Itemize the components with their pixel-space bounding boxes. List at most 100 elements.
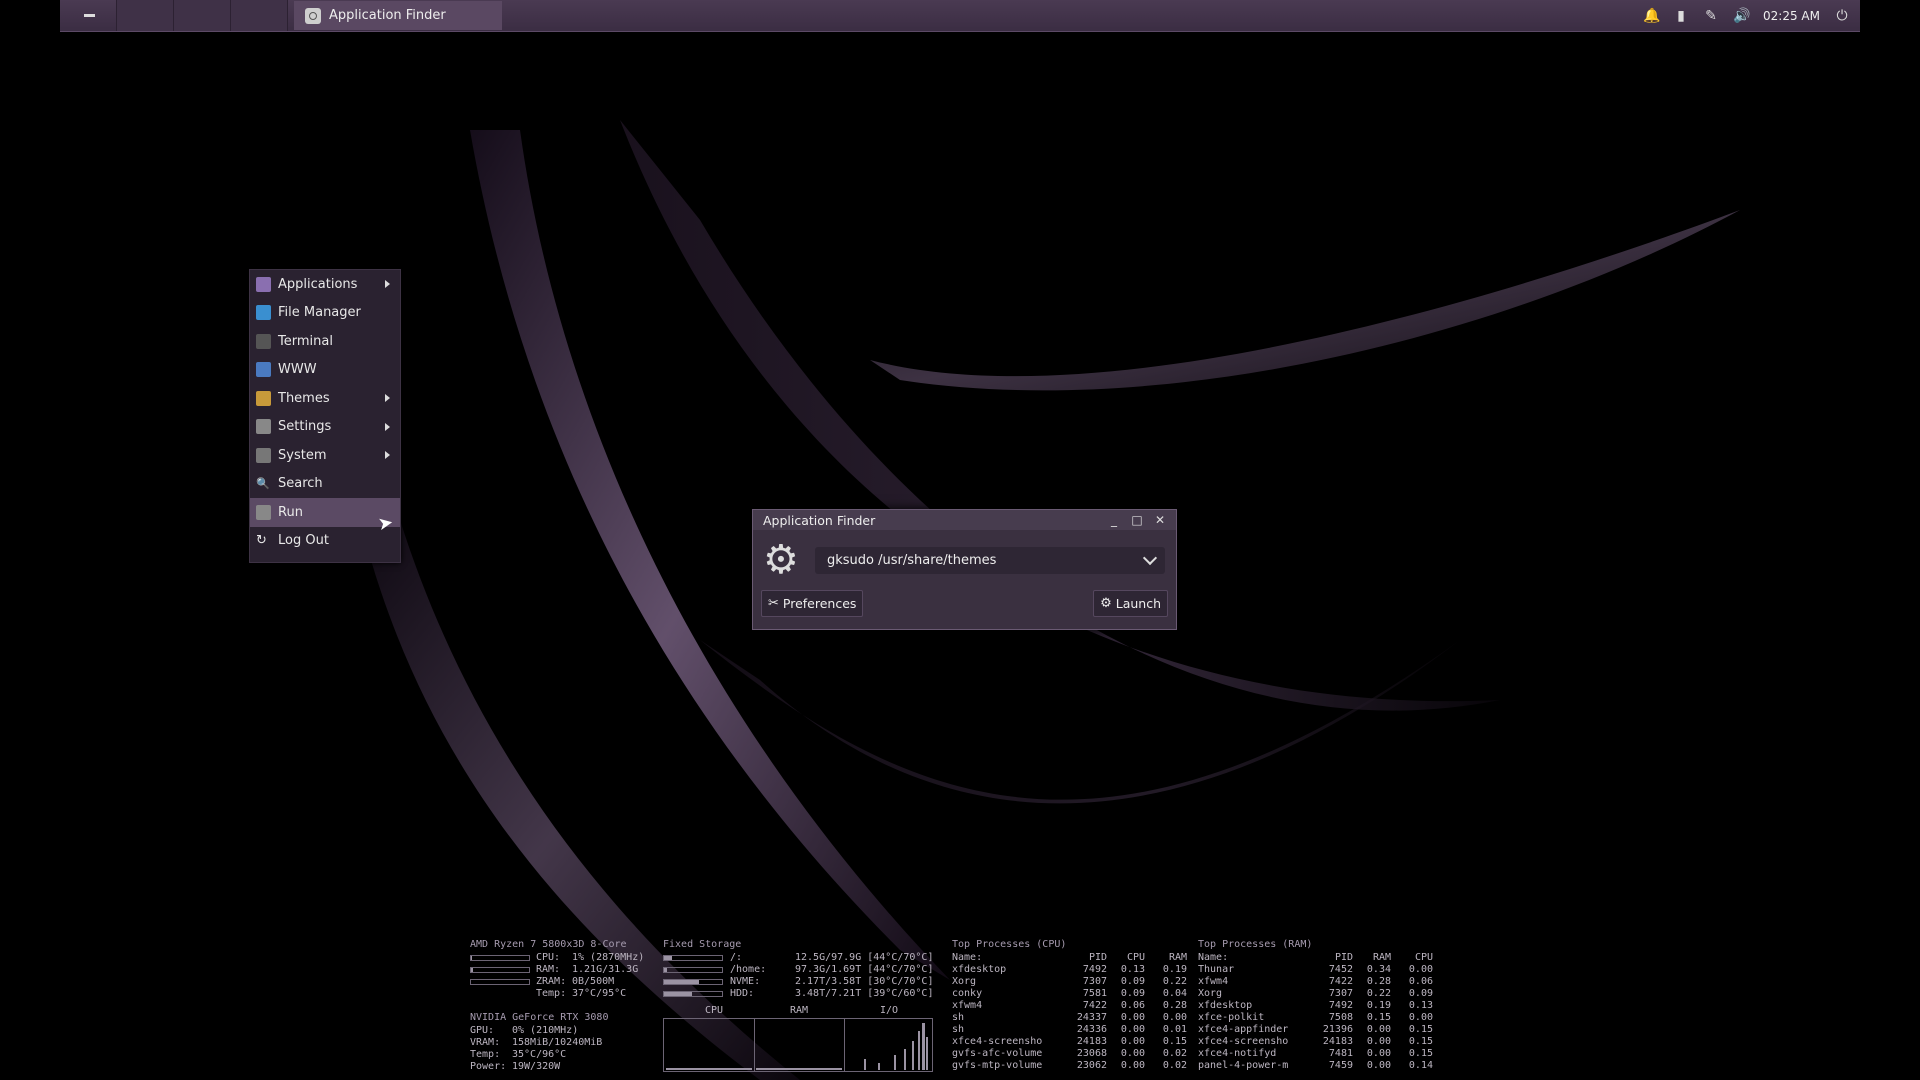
table-cell: 0.15 bbox=[1366, 1012, 1391, 1023]
table-cell: 0.15 bbox=[1408, 1048, 1433, 1059]
table-cell: 7307 bbox=[1082, 976, 1107, 987]
cpu-stat-value: 37°C/95°C bbox=[572, 988, 627, 999]
storage-bar bbox=[663, 967, 723, 973]
table-row: xfwm4 7422 0.28 0.06 bbox=[1198, 976, 1433, 988]
column-header: RAM bbox=[1372, 952, 1391, 963]
table-cell: 0.01 bbox=[1162, 1024, 1187, 1035]
graph-label-io: I/O bbox=[880, 1005, 899, 1016]
top-cpu-table: Name: PID CPU RAM xfdesktop 7492 0.13 0.19 Xorg 7… bbox=[952, 952, 1187, 1072]
cpu-stat-value: 0B/500M bbox=[572, 976, 615, 987]
table-cell: 24183 bbox=[1322, 1036, 1353, 1047]
table-cell: 0.00 bbox=[1120, 1012, 1145, 1023]
top-ram-table: Name: PID RAM CPU Thunar 7452 0.34 0.00 xfwm4 742… bbox=[1198, 952, 1433, 1072]
storage-mount: HDD: bbox=[730, 988, 755, 999]
table-row: xfdesktop 7492 0.13 0.19 bbox=[952, 964, 1187, 976]
top-cpu-header: Top Processes (CPU) bbox=[952, 939, 1067, 950]
table-cell: 0.06 bbox=[1120, 1000, 1145, 1011]
gpu-stat-label: Power: bbox=[470, 1061, 507, 1072]
table-row: xfwm4 7422 0.06 0.28 bbox=[952, 1000, 1187, 1012]
table-cell: 0.00 bbox=[1120, 1048, 1145, 1059]
column-header: PID bbox=[1334, 952, 1353, 963]
table-cell: xfdesktop bbox=[1198, 1000, 1253, 1011]
table-cell: gvfs-mtp-volume bbox=[952, 1060, 1043, 1071]
table-cell: 0.19 bbox=[1162, 964, 1187, 975]
storage-usage: 97.3G/1.69T [44°C/70°C] bbox=[795, 964, 934, 975]
table-cell: xfce4-notifyd bbox=[1198, 1048, 1277, 1059]
storage-usage: 12.5G/97.9G [44°C/70°C] bbox=[795, 952, 934, 963]
table-row: Thunar 7452 0.34 0.00 bbox=[1198, 964, 1433, 976]
table-cell: 0.28 bbox=[1366, 976, 1391, 987]
table-row: xfce4-screensho 24183 0.00 0.15 bbox=[952, 1036, 1187, 1048]
table-cell: xfce4-appfinder bbox=[1198, 1024, 1289, 1035]
cpu-stat-value: 1% (2870MHz) bbox=[572, 952, 645, 963]
table-cell: 0.09 bbox=[1120, 976, 1145, 987]
storage-mount: /home: bbox=[730, 964, 767, 975]
column-header: CPU bbox=[1126, 952, 1145, 963]
table-cell: 0.19 bbox=[1366, 1000, 1391, 1011]
cpu-stat-bar bbox=[470, 967, 530, 973]
table-cell: 24336 bbox=[1076, 1024, 1107, 1035]
table-header-row: Name: PID CPU RAM bbox=[952, 952, 1187, 964]
table-cell: 7481 bbox=[1328, 1048, 1353, 1059]
table-cell: xfce4-screensho bbox=[1198, 1036, 1289, 1047]
cpu-stat-label: CPU: bbox=[536, 952, 561, 963]
table-cell: 0.15 bbox=[1162, 1036, 1187, 1047]
table-cell: 0.22 bbox=[1162, 976, 1187, 987]
table-cell: 0.28 bbox=[1162, 1000, 1187, 1011]
table-row: gvfs-mtp-volume 23062 0.00 0.02 bbox=[952, 1060, 1187, 1072]
table-cell: 7422 bbox=[1082, 1000, 1107, 1011]
table-cell: 7452 bbox=[1328, 964, 1353, 975]
table-cell: Thunar bbox=[1198, 964, 1235, 975]
table-cell: 0.04 bbox=[1162, 988, 1187, 999]
table-header-row: Name: PID RAM CPU bbox=[1198, 952, 1433, 964]
table-cell: xfce4-screensho bbox=[952, 1036, 1043, 1047]
gpu-stat-value: 19W/320W bbox=[512, 1061, 561, 1072]
table-cell: 7492 bbox=[1082, 964, 1107, 975]
table-cell: Xorg bbox=[1198, 988, 1223, 999]
gpu-stat-label: GPU: bbox=[470, 1025, 495, 1036]
table-row: gvfs-afc-volume 23068 0.00 0.02 bbox=[952, 1048, 1187, 1060]
table-cell: gvfs-afc-volume bbox=[952, 1048, 1043, 1059]
table-cell: 0.00 bbox=[1366, 1036, 1391, 1047]
table-cell: xfce-polkit bbox=[1198, 1012, 1265, 1023]
gpu-stat-value: 158MiB/10240MiB bbox=[512, 1037, 603, 1048]
storage-mount: NVME: bbox=[730, 976, 761, 987]
table-cell: xfwm4 bbox=[1198, 976, 1229, 987]
storage-mount: /: bbox=[730, 952, 743, 963]
table-cell: sh bbox=[952, 1012, 965, 1023]
table-cell: 0.00 bbox=[1366, 1060, 1391, 1071]
column-header: Name: bbox=[952, 952, 983, 963]
table-cell: 0.06 bbox=[1408, 976, 1433, 987]
table-cell: xfwm4 bbox=[952, 1000, 983, 1011]
table-cell: 0.02 bbox=[1162, 1060, 1187, 1071]
table-cell: Xorg bbox=[952, 976, 977, 987]
table-cell: panel-4-power-m bbox=[1198, 1060, 1289, 1071]
table-row: xfce4-notifyd 7481 0.00 0.15 bbox=[1198, 1048, 1433, 1060]
storage-usage: 2.17T/3.58T [30°C/70°C] bbox=[795, 976, 934, 987]
table-cell: 7581 bbox=[1082, 988, 1107, 999]
table-cell: 0.13 bbox=[1408, 1000, 1433, 1011]
gpu-stat-label: Temp: bbox=[470, 1049, 501, 1060]
table-row: conky 7581 0.09 0.04 bbox=[952, 988, 1187, 1000]
table-cell: 0.15 bbox=[1408, 1024, 1433, 1035]
table-cell: 7459 bbox=[1328, 1060, 1353, 1071]
table-cell: 7508 bbox=[1328, 1012, 1353, 1023]
column-header: PID bbox=[1088, 952, 1107, 963]
column-header: CPU bbox=[1414, 952, 1433, 963]
table-cell: 0.00 bbox=[1408, 964, 1433, 975]
table-cell: 0.00 bbox=[1120, 1060, 1145, 1071]
table-cell: 0.00 bbox=[1366, 1048, 1391, 1059]
table-cell: 0.00 bbox=[1120, 1036, 1145, 1047]
table-row: xfce4-appfinder 21396 0.00 0.15 bbox=[1198, 1024, 1433, 1036]
table-cell: 7307 bbox=[1328, 988, 1353, 999]
table-cell: xfdesktop bbox=[952, 964, 1007, 975]
cpu-stat-bar bbox=[470, 979, 530, 985]
table-row: xfdesktop 7492 0.19 0.13 bbox=[1198, 1000, 1433, 1012]
cpu-stat-bar bbox=[470, 955, 530, 961]
storage-usage: 3.48T/7.21T [39°C/60°C] bbox=[795, 988, 934, 999]
table-cell: 0.00 bbox=[1162, 1012, 1187, 1023]
table-cell: 0.13 bbox=[1120, 964, 1145, 975]
table-cell: 24183 bbox=[1076, 1036, 1107, 1047]
table-cell: 23062 bbox=[1076, 1060, 1107, 1071]
gpu-model: NVIDIA GeForce RTX 3080 bbox=[470, 1012, 609, 1023]
